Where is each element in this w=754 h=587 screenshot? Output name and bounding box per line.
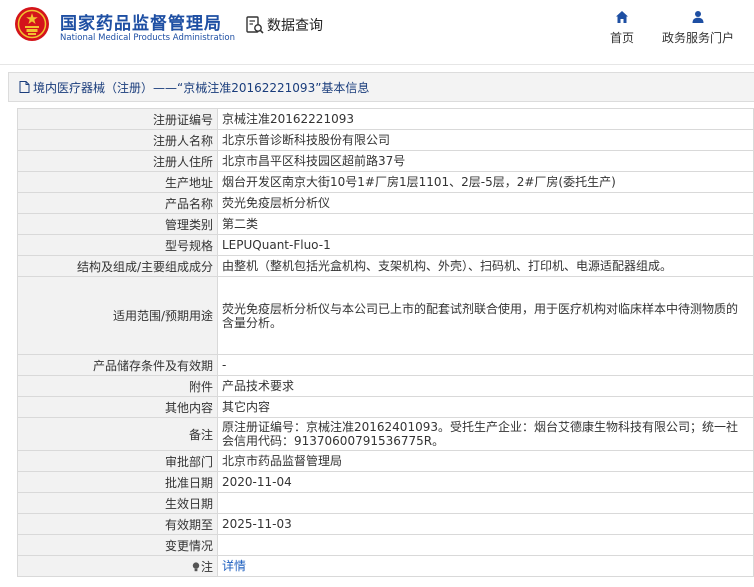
- field-label: 注册人住所: [17, 150, 218, 172]
- table-row: 产品储存条件及有效期 -: [17, 354, 754, 376]
- field-value: 原注册证编号：京械注准20162401093。受托生产企业：烟台艾德康生物科技有…: [217, 417, 754, 451]
- table-row: 管理类别 第二类: [17, 213, 754, 235]
- field-label: 有效期至: [17, 513, 218, 535]
- field-value: 第二类: [217, 213, 754, 235]
- field-value: 2025-11-03: [217, 513, 754, 535]
- national-emblem-icon: [15, 7, 49, 41]
- field-label: 注: [200, 559, 213, 574]
- field-label: 附件: [17, 375, 218, 397]
- table-row: 产品名称 荧光免疫层析分析仪: [17, 192, 754, 214]
- field-value: 荧光免疫层析分析仪: [217, 192, 754, 214]
- table-row: 备注 原注册证编号：京械注准20162401093。受托生产企业：烟台艾德康生物…: [17, 417, 754, 451]
- data-query-link[interactable]: 数据查询: [245, 15, 323, 35]
- nav-home[interactable]: 首页: [606, 10, 638, 46]
- field-value: LEPUQuant-Fluo-1: [217, 234, 754, 256]
- field-label: 产品储存条件及有效期: [17, 354, 218, 376]
- field-value: 北京市药品监督管理局: [217, 450, 754, 472]
- field-label: 适用范围/预期用途: [17, 276, 218, 355]
- lightbulb-icon: [192, 561, 200, 571]
- nav-home-label: 首页: [609, 31, 634, 45]
- table-row: 注 详情: [17, 555, 754, 577]
- record-title: 境内医疗器械（注册）——“京械注准20162221093”基本信息: [33, 80, 370, 95]
- field-label: 其他内容: [17, 396, 218, 418]
- details-link[interactable]: 详情: [222, 559, 246, 573]
- site-logo-subtitle[interactable]: National Medical Products Administration: [60, 33, 235, 43]
- nav-gov-service[interactable]: 政务服务门户: [660, 10, 736, 46]
- field-label: 生效日期: [17, 492, 218, 514]
- table-row: 型号规格 LEPUQuant-Fluo-1: [17, 234, 754, 256]
- field-value: 其它内容: [217, 396, 754, 418]
- field-value: 产品技术要求: [217, 375, 754, 397]
- field-value: 北京乐普诊断科技股份有限公司: [217, 129, 754, 151]
- field-value: 2020-11-04: [217, 471, 754, 493]
- document-icon: [19, 81, 30, 93]
- field-label: 注册人名称: [17, 129, 218, 151]
- table-row: 注册证编号 京械注准20162221093: [17, 108, 754, 130]
- site-logo-title[interactable]: 国家药品监督管理局: [60, 9, 222, 34]
- header-divider: [0, 64, 754, 65]
- table-row: 适用范围/预期用途 荧光免疫层析分析仪与本公司已上市的配套试剂联合使用，用于医疗…: [17, 276, 754, 355]
- field-label: 结构及组成/主要组成成分: [17, 255, 218, 277]
- table-row: 审批部门 北京市药品监督管理局: [17, 450, 754, 472]
- table-row: 变更情况: [17, 534, 754, 556]
- field-label: 生产地址: [17, 171, 218, 193]
- nav-gov-label: 政务服务门户: [661, 31, 734, 45]
- field-value: 荧光免疫层析分析仪与本公司已上市的配套试剂联合使用，用于医疗机构对临床样本中待测…: [217, 276, 754, 355]
- document-search-icon: [246, 16, 264, 34]
- field-value: 北京市昌平区科技园区超前路37号: [217, 150, 754, 172]
- site-header: 国家药品监督管理局 National Medical Products Admi…: [0, 0, 754, 62]
- table-row: 生效日期: [17, 492, 754, 514]
- home-icon: [616, 11, 628, 23]
- table-row: 附件 产品技术要求: [17, 375, 754, 397]
- record-title-bar: 境内医疗器械（注册）——“京械注准20162221093”基本信息: [8, 72, 754, 102]
- table-row: 注册人名称 北京乐普诊断科技股份有限公司: [17, 129, 754, 151]
- field-label: 批准日期: [17, 471, 218, 493]
- field-label: 管理类别: [17, 213, 218, 235]
- table-row: 结构及组成/主要组成成分 由整机（整机包括光盒机构、支架机构、外壳）、扫码机、打…: [17, 255, 754, 277]
- field-label: 审批部门: [17, 450, 218, 472]
- field-value: -: [217, 354, 754, 376]
- field-value: [217, 492, 754, 514]
- table-row: 注册人住所 北京市昌平区科技园区超前路37号: [17, 150, 754, 172]
- field-value: 京械注准20162221093: [217, 108, 754, 130]
- note-label-cell: 注: [17, 555, 218, 577]
- table-row: 生产地址 烟台开发区南京大街10号1#厂房1层1101、2层-5层，2#厂房(委…: [17, 171, 754, 193]
- user-icon: [692, 11, 704, 23]
- field-value: [217, 534, 754, 556]
- field-label: 变更情况: [17, 534, 218, 556]
- field-label: 注册证编号: [17, 108, 218, 130]
- field-label: 产品名称: [17, 192, 218, 214]
- table-row: 批准日期 2020-11-04: [17, 471, 754, 493]
- field-label: 备注: [17, 417, 218, 451]
- registration-detail-table: 注册证编号 京械注准20162221093 注册人名称 北京乐普诊断科技股份有限…: [17, 108, 754, 577]
- field-value: 烟台开发区南京大街10号1#厂房1层1101、2层-5层，2#厂房(委托生产): [217, 171, 754, 193]
- data-query-label: 数据查询: [267, 18, 323, 34]
- table-row: 其他内容 其它内容: [17, 396, 754, 418]
- field-label: 型号规格: [17, 234, 218, 256]
- table-row: 有效期至 2025-11-03: [17, 513, 754, 535]
- field-value: 由整机（整机包括光盒机构、支架机构、外壳）、扫码机、打印机、电源适配器组成。: [217, 255, 754, 277]
- field-value-cell: 详情: [217, 555, 754, 577]
